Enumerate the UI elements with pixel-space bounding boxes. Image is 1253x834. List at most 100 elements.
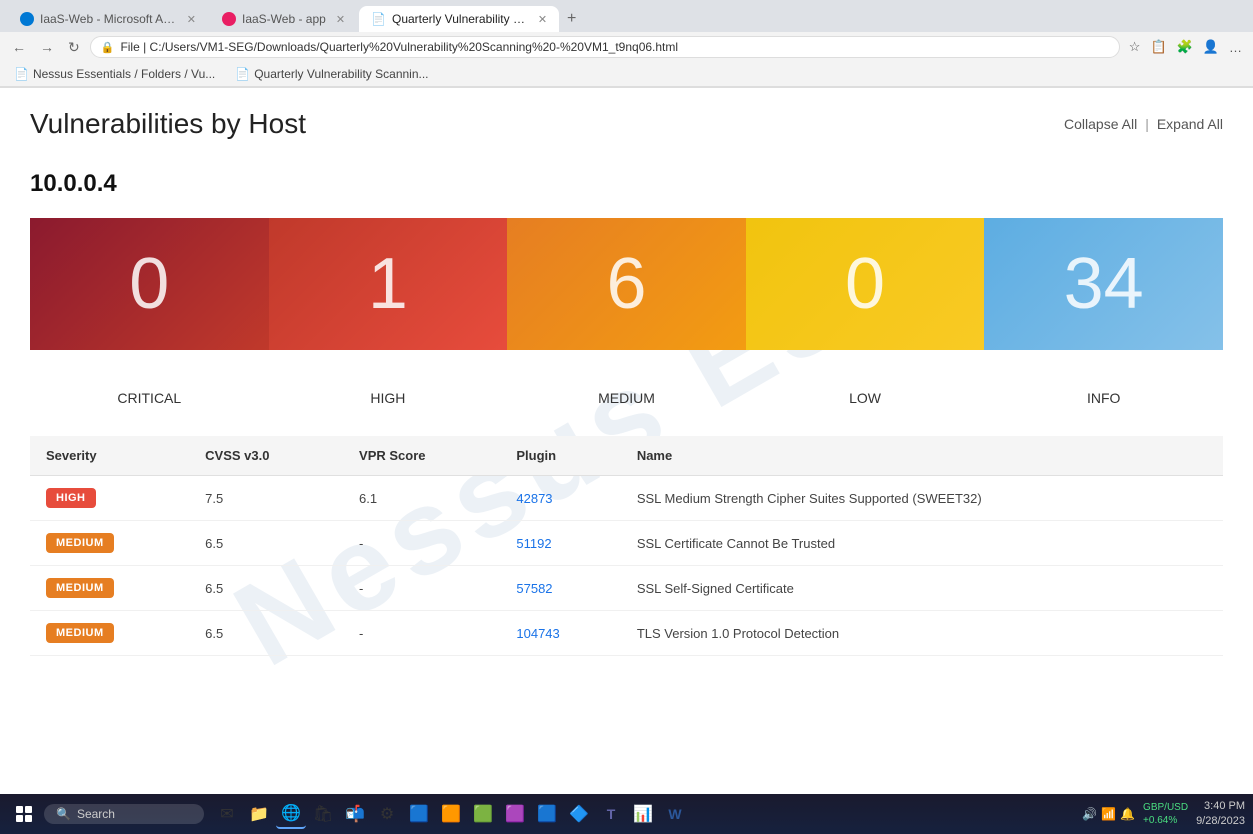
table-row: MEDIUM 6.5 - 104743 TLS Version 1.0 Prot… [30, 611, 1223, 656]
stock-symbol: GBP/USD [1143, 801, 1188, 814]
tab-close-btn[interactable]: ✕ [187, 13, 196, 26]
medium-count: 6 [606, 248, 646, 320]
card-info[interactable]: 34 [984, 218, 1223, 350]
bookmark-icon: 📄 [235, 67, 250, 81]
low-count: 0 [845, 248, 885, 320]
plugin-link[interactable]: 51192 [516, 536, 551, 551]
taskbar-clock[interactable]: 3:40 PM 9/28/2023 [1196, 799, 1245, 830]
cell-plugin: 42873 [500, 476, 620, 521]
tab-app[interactable]: IaaS-Web - app ✕ [210, 6, 357, 32]
tray-volume[interactable]: 📶 [1101, 807, 1116, 821]
tab-title: IaaS-Web - Microsoft Azure [40, 12, 177, 26]
taskbar-app-app1[interactable]: 🟦 [404, 799, 434, 829]
col-severity: Severity [30, 436, 189, 476]
extensions-button[interactable]: 🧩 [1174, 37, 1196, 57]
account-button[interactable]: 👤 [1200, 37, 1222, 57]
card-high[interactable]: 1 [269, 218, 508, 350]
address-bar-row: ← → ↻ 🔒 File | C:/Users/VM1-SEG/Download… [0, 32, 1253, 62]
info-label: INFO [984, 390, 1223, 406]
host-section: 10.0.0.4 0 1 6 0 34 [30, 170, 1223, 656]
taskbar-app-teams[interactable]: T [596, 799, 626, 829]
collections-button[interactable]: 📋 [1147, 37, 1169, 57]
severity-badge: HIGH [46, 488, 96, 508]
taskbar-app-mail[interactable]: ✉ [212, 799, 242, 829]
taskbar-app-app5[interactable]: 🟦 [532, 799, 562, 829]
page-title: Vulnerabilities by Host [30, 108, 306, 140]
bookmark-nessus[interactable]: 📄 Nessus Essentials / Folders / Vu... [8, 65, 221, 83]
table-row: MEDIUM 6.5 - 57582 SSL Self-Signed Certi… [30, 566, 1223, 611]
cell-vpr: - [343, 611, 500, 656]
cell-plugin: 51192 [500, 521, 620, 566]
stock-ticker: GBP/USD +0.64% [1143, 801, 1188, 827]
cell-plugin: 104743 [500, 611, 620, 656]
tray-network[interactable]: 🔊 [1082, 807, 1097, 821]
cell-vpr: - [343, 521, 500, 566]
taskbar-app-app3[interactable]: 🟩 [468, 799, 498, 829]
table-row: HIGH 7.5 6.1 42873 SSL Medium Strength C… [30, 476, 1223, 521]
taskbar-app-file-explorer[interactable]: 📁 [244, 799, 274, 829]
taskbar-app-app2[interactable]: 🟧 [436, 799, 466, 829]
system-tray: 🔊 📶 🔔 [1082, 807, 1135, 821]
tab-favicon [222, 12, 236, 26]
browser-chrome: IaaS-Web - Microsoft Azure ✕ IaaS-Web - … [0, 0, 1253, 88]
cell-name: TLS Version 1.0 Protocol Detection [621, 611, 1223, 656]
plugin-link[interactable]: 42873 [516, 491, 552, 506]
card-critical[interactable]: 0 [30, 218, 269, 350]
collapse-all-link[interactable]: Collapse All [1064, 116, 1137, 132]
clock-date: 9/28/2023 [1196, 814, 1245, 829]
bookmark-label: Quarterly Vulnerability Scannin... [254, 67, 428, 81]
severity-cards: 0 1 6 0 34 [30, 218, 1223, 350]
page-inner: Vulnerabilities by Host Collapse All | E… [30, 108, 1223, 656]
forward-button[interactable]: → [36, 37, 58, 57]
bookmarks-bar: 📄 Nessus Essentials / Folders / Vu... 📄 … [0, 62, 1253, 87]
start-button[interactable] [8, 798, 40, 830]
taskbar-app-app7[interactable]: 📊 [628, 799, 658, 829]
cell-name: SSL Certificate Cannot Be Trusted [621, 521, 1223, 566]
taskbar-app-settings[interactable]: ⚙ [372, 799, 402, 829]
taskbar-app-mail2[interactable]: 📬 [340, 799, 370, 829]
tab-bar: IaaS-Web - Microsoft Azure ✕ IaaS-Web - … [0, 0, 1253, 32]
expand-all-link[interactable]: Expand All [1157, 116, 1223, 132]
favorites-button[interactable]: ☆ [1126, 37, 1144, 57]
taskbar: 🔍 Search ✉ 📁 🌐 🛍 📬 ⚙ 🟦 🟧 🟩 🟪 🟦 🔷 T 📊 W 🔊… [0, 794, 1253, 834]
address-bar[interactable]: 🔒 File | C:/Users/VM1-SEG/Downloads/Quar… [90, 36, 1120, 58]
low-label: LOW [746, 390, 985, 406]
page-content: Nessus Ess... Vulnerabilities by Host Co… [0, 88, 1253, 768]
back-button[interactable]: ← [8, 37, 30, 57]
tab-azure[interactable]: IaaS-Web - Microsoft Azure ✕ [8, 6, 208, 32]
high-count: 1 [368, 248, 408, 320]
bookmark-icon: 📄 [14, 67, 29, 81]
taskbar-app-edge[interactable]: 🌐 [276, 799, 306, 829]
plugin-link[interactable]: 104743 [516, 626, 559, 641]
reload-button[interactable]: ↻ [64, 37, 84, 58]
cell-cvss: 7.5 [189, 476, 343, 521]
new-tab-button[interactable]: + [561, 10, 582, 28]
tab-favicon: 📄 [371, 12, 386, 26]
taskbar-search-box[interactable]: 🔍 Search [44, 804, 204, 824]
cell-severity: MEDIUM [30, 566, 189, 611]
tab-close-btn[interactable]: ✕ [336, 13, 345, 26]
high-label: HIGH [269, 390, 508, 406]
header-actions: Collapse All | Expand All [1064, 116, 1223, 132]
tab-title: IaaS-Web - app [242, 12, 326, 26]
taskbar-app-store[interactable]: 🛍 [308, 799, 338, 829]
medium-label-text: MEDIUM [598, 390, 655, 406]
tab-close-btn[interactable]: ✕ [538, 13, 547, 26]
card-medium[interactable]: 6 [507, 218, 746, 350]
taskbar-app-word[interactable]: W [660, 799, 690, 829]
severity-badge: MEDIUM [46, 533, 114, 553]
cell-severity: MEDIUM [30, 521, 189, 566]
tab-vuln-scan[interactable]: 📄 Quarterly Vulnerability Scannin... ✕ [359, 6, 559, 32]
card-low[interactable]: 0 [746, 218, 985, 350]
settings-button[interactable]: … [1226, 38, 1245, 57]
cell-cvss: 6.5 [189, 611, 343, 656]
plugin-link[interactable]: 57582 [516, 581, 552, 596]
taskbar-apps: ✉ 📁 🌐 🛍 📬 ⚙ 🟦 🟧 🟩 🟪 🟦 🔷 T 📊 W [212, 799, 690, 829]
taskbar-app-app4[interactable]: 🟪 [500, 799, 530, 829]
taskbar-app-app6[interactable]: 🔷 [564, 799, 594, 829]
low-label-text: LOW [849, 390, 881, 406]
tray-battery[interactable]: 🔔 [1120, 807, 1135, 821]
cell-cvss: 6.5 [189, 521, 343, 566]
bookmark-quarterly[interactable]: 📄 Quarterly Vulnerability Scannin... [229, 65, 434, 83]
cell-plugin: 57582 [500, 566, 620, 611]
